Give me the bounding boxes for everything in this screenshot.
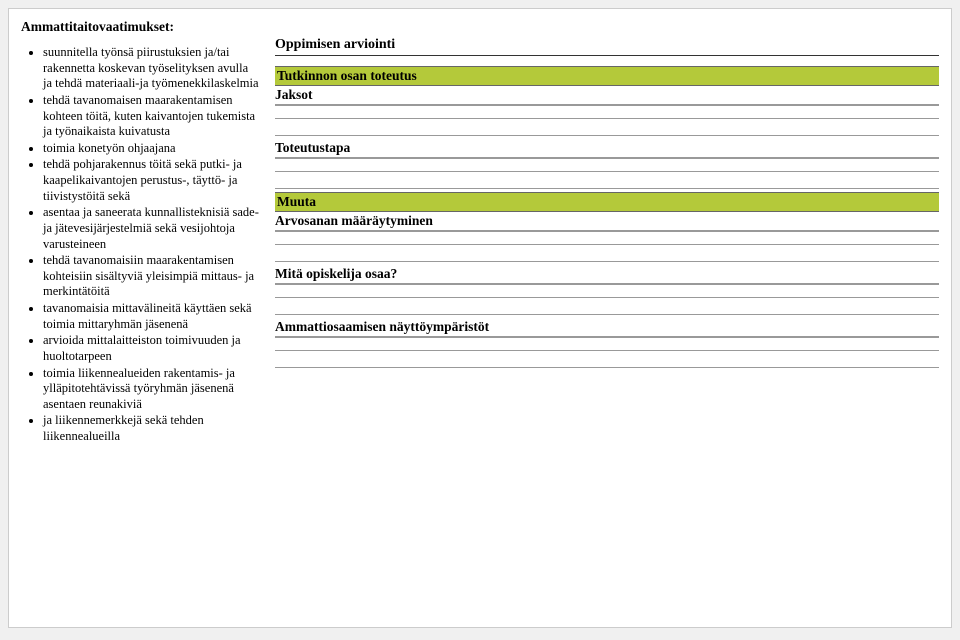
right-column: Oppimisen arviointi Tutkinnon osan toteu… xyxy=(275,19,939,617)
requirements-list: suunnitella työnsä piirustuksien ja/tai … xyxy=(21,45,259,445)
list-item: toimia liikennealueiden rakentamis- ja y… xyxy=(43,366,259,413)
heading-assessment: Oppimisen arviointi xyxy=(275,37,939,56)
list-item: tehdä pohjarakennus töitä sekä putki- ja… xyxy=(43,157,259,204)
heading-other: Muuta xyxy=(275,192,939,212)
subhead-grading: Arvosanan määräytyminen xyxy=(275,212,939,230)
list-item: tehdä tavanomaisiin maarakentamisen koht… xyxy=(43,253,259,300)
blank-lines xyxy=(275,230,939,262)
section-other: Muuta Arvosanan määräytyminen Mitä opisk… xyxy=(275,192,939,368)
list-item: tavanomaisia mittavälineitä käyttäen sek… xyxy=(43,301,259,332)
blank-line xyxy=(275,354,939,368)
subhead-learning: Mitä opiskelija osaa? xyxy=(275,265,939,283)
section-implementation: Tutkinnon osan toteutus Jaksot Toteutust… xyxy=(275,66,939,189)
list-item: tehdä tavanomaisen maarakentamisen kohte… xyxy=(43,93,259,140)
blank-line xyxy=(275,301,939,315)
page-root: Ammattitaitovaatimukset: suunnitella työ… xyxy=(8,8,952,628)
left-column: Ammattitaitovaatimukset: suunnitella työ… xyxy=(21,19,259,617)
blank-lines xyxy=(275,336,939,368)
blank-line xyxy=(275,122,939,136)
list-item: toimia konetyön ohjaajana xyxy=(43,141,259,157)
list-item: asentaa ja saneerata kunnallisteknisiä s… xyxy=(43,205,259,252)
blank-line xyxy=(275,175,939,189)
requirements-title: Ammattitaitovaatimukset: xyxy=(21,19,259,35)
blank-lines xyxy=(275,104,939,136)
subhead-method: Toteutustapa xyxy=(275,139,939,157)
blank-line xyxy=(275,105,939,119)
heading-implementation: Tutkinnon osan toteutus xyxy=(275,66,939,86)
section-assessment: Oppimisen arviointi xyxy=(275,37,939,56)
blank-line xyxy=(275,337,939,351)
list-item: suunnitella työnsä piirustuksien ja/tai … xyxy=(43,45,259,92)
list-item: ja liikennemerkkejä sekä tehden liikenne… xyxy=(43,413,259,444)
blank-line xyxy=(275,231,939,245)
subhead-environments: Ammattiosaamisen näyttöympäristöt xyxy=(275,318,939,336)
subhead-periods: Jaksot xyxy=(275,86,939,104)
blank-lines xyxy=(275,157,939,189)
blank-line xyxy=(275,284,939,298)
blank-lines xyxy=(275,283,939,315)
blank-line xyxy=(275,158,939,172)
list-item: arvioida mittalaitteiston toimivuuden ja… xyxy=(43,333,259,364)
blank-line xyxy=(275,248,939,262)
